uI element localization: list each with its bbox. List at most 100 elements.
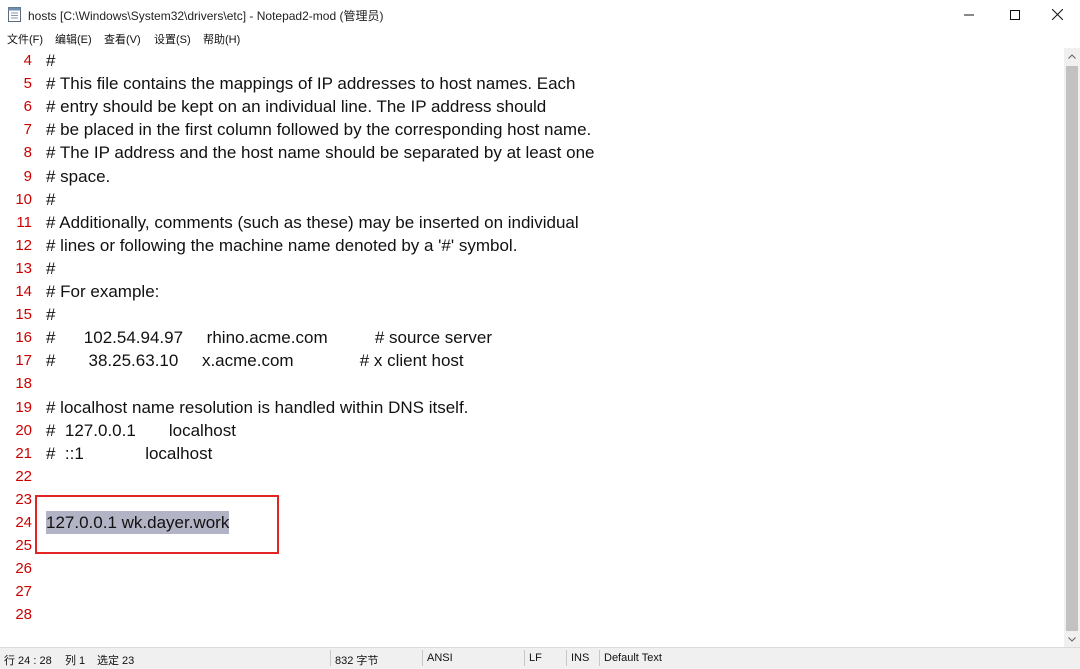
close-button[interactable] [1034, 0, 1080, 29]
line-number: 13 [15, 259, 32, 277]
editor-line[interactable]: 10 # [0, 188, 1064, 211]
vertical-scrollbar[interactable] [1064, 48, 1080, 647]
title-bar: hosts [C:\Windows\System32\drivers\etc] … [0, 0, 1080, 30]
editor-line[interactable]: 16 # 102.54.94.97 rhino.acme.com # source… [0, 326, 1064, 349]
line-text: # [46, 189, 56, 209]
text-editor[interactable]: 4 #5 # This file contains the mappings of … [0, 48, 1064, 647]
line-number: 6 [23, 98, 32, 116]
line-text: # This file contains the mappings of IP … [46, 74, 576, 94]
line-text: # [46, 51, 56, 70]
status-column: 列 1 [65, 655, 86, 667]
maximize-icon [1010, 9, 1020, 20]
editor-line[interactable]: 28 [0, 603, 1064, 626]
maximize-button[interactable] [992, 0, 1038, 29]
line-number: 8 [23, 144, 32, 162]
status-position: 行 24 : 28 [4, 655, 52, 667]
editor-line[interactable]: 27 [0, 580, 1064, 603]
editor-line[interactable]: 4 # [0, 49, 1064, 72]
status-mode[interactable]: INS [571, 652, 589, 664]
editor-line[interactable]: 7 # be placed in the first column followe… [0, 118, 1064, 141]
editor-line[interactable]: 20 # 127.0.0.1 localhost [0, 419, 1064, 442]
line-text: # space. [46, 166, 111, 186]
line-number: 10 [15, 190, 32, 208]
line-text: # The IP address and the host name shoul… [46, 143, 595, 163]
chevron-up-icon [1068, 53, 1076, 59]
line-number: 20 [15, 421, 32, 439]
editor-line[interactable]: 19 # localhost name resolution is handled… [0, 396, 1064, 419]
scroll-thumb[interactable] [1066, 66, 1078, 631]
line-number: 27 [15, 583, 32, 601]
line-text: # 38.25.63.10 x.acme.com # x client host [46, 351, 464, 371]
line-number: 17 [15, 352, 32, 370]
status-divider [599, 650, 600, 666]
line-text: # 102.54.94.97 rhino.acme.com # source s… [46, 328, 492, 348]
status-divider [566, 650, 567, 666]
status-divider [524, 650, 525, 666]
minimize-icon [964, 14, 974, 15]
chevron-down-icon [1068, 636, 1076, 642]
editor-line[interactable]: 21 # ::1 localhost [0, 442, 1064, 465]
editor-line[interactable]: 9 # space. [0, 165, 1064, 188]
line-text: # be placed in the first column followed… [46, 120, 592, 140]
status-divider [422, 650, 423, 666]
status-scheme[interactable]: Default Text [604, 652, 662, 664]
line-number: 16 [15, 329, 32, 347]
line-text: # 127.0.0.1 localhost [46, 420, 236, 440]
editor-line[interactable]: 15 # [0, 303, 1064, 326]
menu-bar: 文件(F) 编辑(E) 查看(V) 设置(S) 帮助(H) [0, 29, 1080, 47]
line-text: # entry should be kept on an individual … [46, 97, 547, 117]
menu-help[interactable]: 帮助(H) [203, 31, 240, 47]
line-number: 22 [15, 467, 32, 485]
line-text: # For example: [46, 282, 160, 301]
line-text: # lines or following the machine name de… [46, 235, 518, 255]
line-number: 15 [15, 306, 32, 324]
line-number: 9 [23, 167, 32, 185]
line-number: 18 [15, 375, 32, 393]
editor-line[interactable]: 5 # This file contains the mappings of IP… [0, 72, 1064, 95]
status-bar: 行 24 : 28 列 1 选定 23 832 字节 ANSI LF INS D… [0, 647, 1080, 669]
line-text: # [46, 305, 56, 325]
line-number: 25 [15, 537, 32, 555]
annotation-highlight-box [35, 495, 279, 554]
status-selection: 选定 23 [97, 655, 135, 667]
notepad-icon [8, 7, 21, 22]
editor-line[interactable]: 11 # Additionally, comments (such as thes… [0, 211, 1064, 234]
editor-line[interactable]: 6 # entry should be kept on an individual… [0, 95, 1064, 118]
scroll-up-button[interactable] [1064, 48, 1080, 64]
line-number: 28 [15, 606, 32, 624]
line-number: 4 [23, 52, 32, 69]
status-divider [330, 650, 331, 666]
line-number: 21 [15, 444, 32, 462]
close-icon [1051, 9, 1063, 20]
line-number: 14 [15, 283, 32, 300]
status-eol[interactable]: LF [529, 652, 542, 664]
window-title: hosts [C:\Windows\System32\drivers\etc] … [28, 9, 384, 23]
line-text: # [46, 258, 56, 278]
line-number: 24 [15, 514, 32, 531]
editor-line[interactable]: 8 # The IP address and the host name shou… [0, 141, 1064, 164]
status-encoding[interactable]: ANSI [427, 652, 453, 664]
editor-line[interactable]: 22 [0, 465, 1064, 488]
line-number: 26 [15, 560, 32, 578]
menu-settings[interactable]: 设置(S) [154, 31, 191, 47]
editor-line[interactable]: 17 # 38.25.63.10 x.acme.com # x client ho… [0, 349, 1064, 372]
line-number: 12 [15, 236, 32, 254]
scroll-down-button[interactable] [1064, 631, 1080, 647]
menu-file[interactable]: 文件(F) [7, 31, 43, 47]
editor-line[interactable]: 26 [0, 557, 1064, 580]
line-number: 11 [16, 213, 32, 231]
editor-line[interactable]: 14 # For example: [0, 280, 1064, 303]
line-number: 7 [23, 121, 32, 139]
line-number: 19 [15, 398, 32, 416]
editor-line[interactable]: 12 # lines or following the machine name … [0, 234, 1064, 257]
line-text: # ::1 localhost [46, 443, 213, 463]
menu-view[interactable]: 查看(V) [104, 31, 141, 47]
editor-line[interactable]: 13 # [0, 257, 1064, 280]
line-text: # Additionally, comments (such as these)… [46, 212, 579, 232]
menu-edit[interactable]: 编辑(E) [55, 31, 92, 47]
line-number: 23 [15, 490, 32, 508]
line-number: 5 [23, 75, 32, 93]
minimize-button[interactable] [946, 0, 992, 29]
line-text: # localhost name resolution is handled w… [46, 397, 469, 417]
editor-line[interactable]: 18 [0, 372, 1064, 395]
